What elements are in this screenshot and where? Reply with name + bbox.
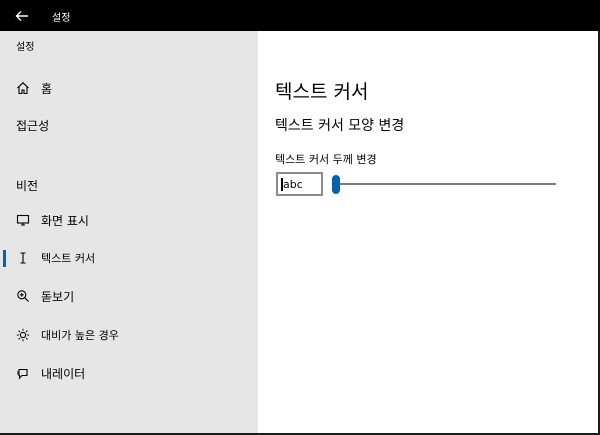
sidebar-item-narrator[interactable]: 내레이터 <box>0 358 258 388</box>
back-button[interactable] <box>10 5 34 27</box>
main-content: 텍스트 커서 텍스트 커서 모양 변경 텍스트 커서 두께 변경 abc <box>258 31 598 433</box>
cursor-preview-box: abc <box>276 172 323 196</box>
sidebar-app-label: 설정 <box>16 42 35 53</box>
selected-indicator <box>3 250 6 267</box>
title-bar: 설정 <box>0 0 600 31</box>
section-title: 텍스트 커서 모양 변경 <box>275 118 405 134</box>
sidebar-group-label: 접근성 <box>16 119 50 133</box>
sidebar-item-magnifier[interactable]: 돋보기 <box>0 281 258 311</box>
slider-thumb[interactable] <box>332 175 340 194</box>
sidebar-item-label: 화면 표시 <box>41 213 89 228</box>
cursor-thickness-slider[interactable] <box>332 173 556 195</box>
sidebar-item-label: 대비가 높은 경우 <box>41 329 119 342</box>
cursor-preview-text: abc <box>283 178 303 191</box>
sidebar-item-label: 홈 <box>41 81 53 96</box>
sidebar-item-text-cursor[interactable]: 텍스트 커서 <box>0 243 258 273</box>
slider-track[interactable] <box>332 183 556 185</box>
page-title: 텍스트 커서 <box>275 81 369 103</box>
back-arrow-icon <box>15 11 28 21</box>
home-icon <box>16 81 30 95</box>
sidebar-item-display[interactable]: 화면 표시 <box>0 205 258 235</box>
text-cursor-icon <box>16 251 30 265</box>
sidebar-item-label: 돋보기 <box>41 289 75 304</box>
thickness-slider-label: 텍스트 커서 두께 변경 <box>275 153 377 166</box>
window-title: 설정 <box>52 13 71 24</box>
sidebar-section-label: 비전 <box>16 179 39 193</box>
sidebar-item-home[interactable]: 홈 <box>0 73 258 103</box>
contrast-sun-icon <box>16 328 30 342</box>
narrator-icon <box>16 366 30 380</box>
sidebar-item-high-contrast[interactable]: 대비가 높은 경우 <box>0 320 258 350</box>
magnifier-icon <box>16 289 30 303</box>
sidebar: 설정 홈 접근성 비전 화면 표시 텍스트 커서 돋보기 대비가 높은 경우 내… <box>0 31 258 433</box>
monitor-icon <box>16 213 30 227</box>
sidebar-item-label: 텍스트 커서 <box>41 252 96 265</box>
sidebar-item-label: 내레이터 <box>41 366 86 381</box>
